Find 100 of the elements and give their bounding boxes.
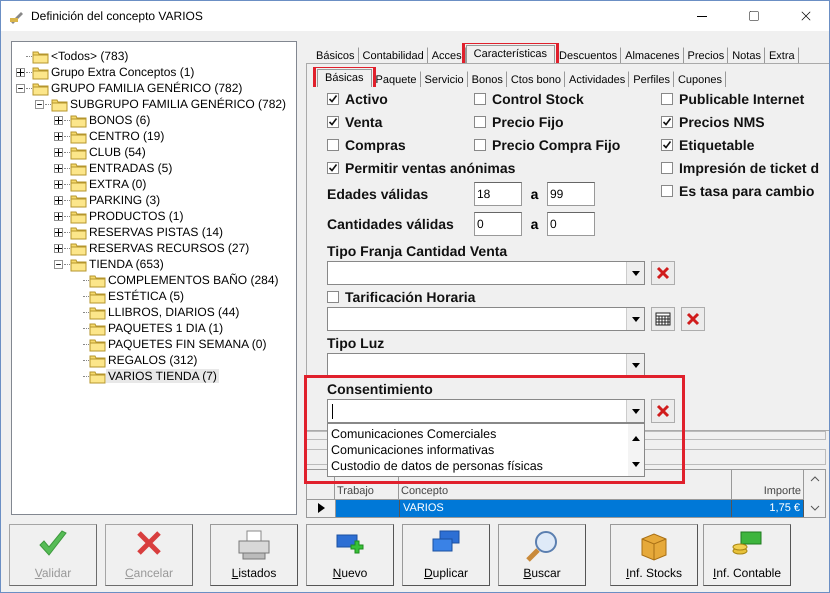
dropdown-option[interactable]: Comunicaciones informativas [331,442,625,458]
toolbar-button[interactable]: Nuevo [306,524,394,586]
folder-icon [70,240,87,256]
tree-item[interactable]: RESERVAS RECURSOS (27) [87,241,252,255]
clear-button[interactable] [651,399,675,423]
expand-icon[interactable] [54,164,63,172]
expand-icon[interactable] [54,244,63,252]
number-field[interactable]: 18 [474,182,522,206]
check-mark-icon [328,94,338,104]
checkbox[interactable] [327,138,339,150]
toolbar-button[interactable]: Inf. Contable [703,524,791,586]
toolbar-button[interactable]: Buscar [498,524,586,586]
expand-icon[interactable] [54,116,63,124]
tree-item[interactable]: SUBGRUPO FAMILIA GENÉRICO (782) [68,97,288,111]
folder-icon [70,224,87,240]
tree-item[interactable]: LLIBROS, DIARIOS (44) [106,305,242,319]
toolbar-button[interactable]: Inf. Stocks [610,524,698,586]
up-arrow-icon[interactable] [632,436,640,441]
field-label: Tarificación Horaria [345,289,476,305]
dropdown-arrow-icon[interactable] [632,316,640,322]
scrollbar[interactable] [628,424,644,476]
column-header[interactable]: Importe [732,470,804,500]
tree-item[interactable]: EXTRA (0) [87,177,148,191]
field-label: Consentimiento [327,381,433,397]
tab[interactable]: Precios [684,47,728,63]
scroll-up-icon[interactable] [810,476,820,482]
clear-button[interactable] [651,261,675,285]
tree-item[interactable]: PRODUCTOS (1) [87,209,186,223]
toolbar-button[interactable]: Duplicar [402,524,490,586]
dropdown-arrow-icon[interactable] [632,408,640,414]
clear-button[interactable] [681,307,705,331]
checkbox[interactable] [661,92,673,104]
tab[interactable]: Descuentos [555,47,622,63]
dropdown-field[interactable] [327,353,645,377]
folder-icon [89,304,106,320]
checkbox[interactable] [474,92,486,104]
expand-icon[interactable] [54,228,63,236]
tree-item[interactable]: RESERVAS PISTAS (14) [87,225,226,239]
dropdown-field[interactable] [327,307,645,331]
checkbox[interactable] [661,184,673,196]
number-field[interactable]: 99 [547,182,595,206]
tree-item[interactable]: ENTRADAS (5) [87,161,174,175]
tab[interactable]: Servicio [420,71,468,87]
checkbox[interactable] [661,138,673,150]
expand-icon[interactable] [54,180,63,188]
expand-icon[interactable] [54,132,63,140]
tree-item[interactable]: VARIOS TIENDA (7) [106,369,219,383]
checkbox[interactable] [661,162,673,174]
number-field[interactable]: 0 [474,212,522,236]
collapse-icon[interactable] [54,260,63,268]
folder-icon [32,80,49,96]
tree-item[interactable]: PARKING (3) [87,193,162,207]
folder-icon [89,272,106,288]
dropdown-arrow-icon[interactable] [632,270,640,276]
expand-icon[interactable] [54,212,63,220]
folder-icon [70,208,87,224]
expand-icon[interactable] [54,196,63,204]
checkbox-label: Activo [345,90,388,106]
dropdown-field[interactable] [327,261,645,285]
checkbox[interactable] [327,162,339,174]
tab[interactable]: Contabilidad [358,47,428,63]
tree-item[interactable]: PAQUETES FIN SEMANA (0) [106,337,268,351]
checkbox[interactable] [661,116,673,128]
expand-icon[interactable] [54,148,63,156]
tree-item[interactable]: GRUPO FAMILIA GENÉRICO (782) [49,81,244,95]
checkbox[interactable] [327,291,339,303]
tab[interactable]: Bonos [468,71,507,87]
dropdown-field[interactable] [327,399,645,423]
maximize-icon [748,10,760,22]
checkbox[interactable] [474,116,486,128]
collapse-icon[interactable] [35,100,44,108]
tree-item[interactable]: <Todos> (783) [49,49,130,63]
checkbox[interactable] [474,138,486,150]
calendar-button[interactable] [651,307,675,331]
tree-item[interactable]: CLUB (54) [87,145,148,159]
tree-item[interactable]: REGALOS (312) [106,353,200,367]
collapse-icon[interactable] [16,84,25,92]
folder-icon [70,128,87,144]
dropdown-option[interactable]: Comunicaciones Comerciales [331,426,625,442]
expand-icon[interactable] [16,68,25,76]
tree-item[interactable]: BONOS (6) [87,113,152,127]
checkbox-label: Control Stock [492,90,584,106]
number-field[interactable]: 0 [547,212,595,236]
toolbar-button[interactable]: Listados [210,524,298,586]
checkbox[interactable] [327,92,339,104]
check-mark-icon [662,116,672,126]
checkbox-label: Permitir ventas anónimas [345,160,516,176]
dropdown-arrow-icon[interactable] [632,462,640,467]
tree-item[interactable]: PAQUETES 1 DIA (1) [106,321,226,335]
scroll-down-icon[interactable] [810,505,820,512]
dropdown-arrow-icon[interactable] [632,362,640,368]
checkbox-label: Publicable Internet [679,90,804,106]
checkbox[interactable] [327,116,339,128]
tree-item[interactable]: Grupo Extra Conceptos (1) [49,65,196,79]
tree-item[interactable]: TIENDA (653) [87,257,166,271]
tree-item[interactable]: ESTÉTICA (5) [106,289,186,303]
tree-item[interactable]: COMPLEMENTOS BAÑO (284) [106,273,280,287]
tree-item[interactable]: CENTRO (19) [87,129,166,143]
checkbox-label: Precio Compra Fijo [492,136,620,152]
tab[interactable]: Paquete [372,71,421,87]
